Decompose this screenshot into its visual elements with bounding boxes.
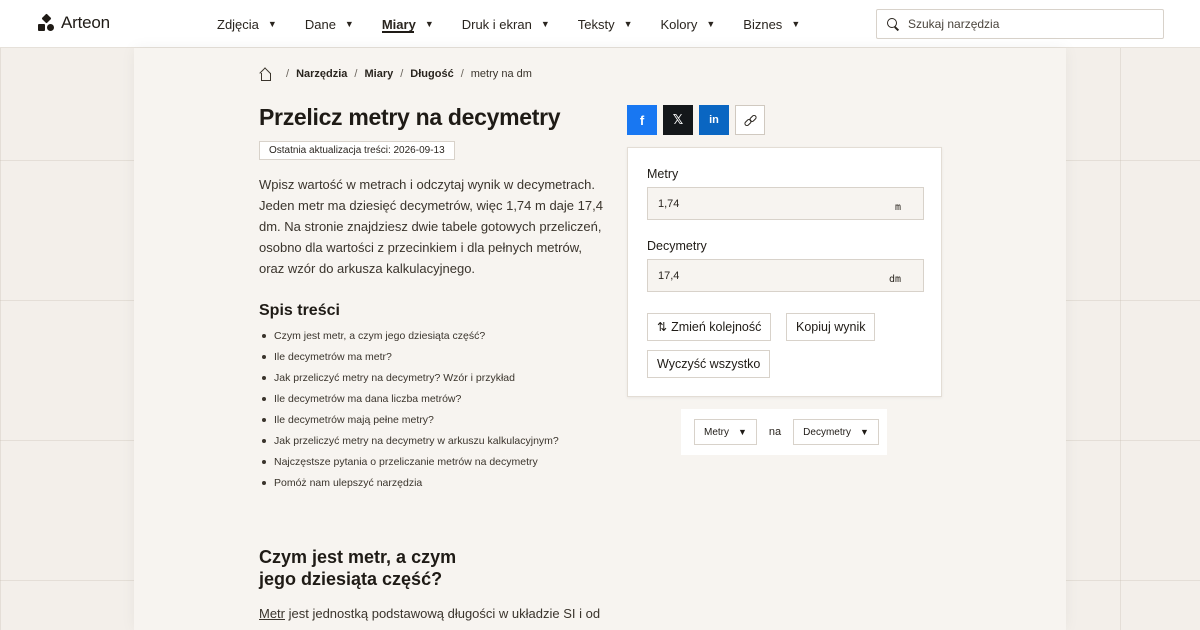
intro-text: Wpisz wartość w metrach i odczytaj wynik… xyxy=(259,177,603,276)
linkedin-icon: in xyxy=(709,114,719,126)
toc-item[interactable]: Ile decymetrów mają pełne metry? xyxy=(262,412,559,433)
clear-all-button[interactable]: Wyczyść wszystko xyxy=(647,350,771,378)
search-input[interactable] xyxy=(908,17,1148,31)
nav-item-biznes[interactable]: Biznes ▼ xyxy=(743,0,800,48)
unit-connector: na xyxy=(768,426,782,438)
section-title: Czym jest metr, a czym jego dziesiąta cz… xyxy=(259,547,457,589)
toc-item[interactable]: Ile decymetrów ma metr? xyxy=(262,349,559,370)
nav-label: Druk i ekran xyxy=(461,16,532,32)
link-icon xyxy=(742,113,758,127)
toc-item[interactable]: Jak przeliczyć metry na decymetry w arku… xyxy=(262,433,559,454)
nav-item-zdjecia[interactable]: Zdjęcia ▼ xyxy=(217,0,277,48)
main-nav: Zdjęcia ▼ Dane ▼ Miary ▼ Druk i ekran ▼ Teks… xyxy=(217,0,828,48)
meters-unit: m xyxy=(894,201,901,213)
to-unit-value: Decymetry xyxy=(803,426,851,438)
breadcrumb-separator: / xyxy=(354,68,358,80)
breadcrumb-separator: / xyxy=(400,68,404,80)
nav-item-teksty[interactable]: Teksty ▼ xyxy=(578,0,633,48)
page-title: Przelicz metry na decymetry xyxy=(259,104,561,130)
section-text-body: jest jednostką podstawową długości w ukł… xyxy=(285,606,601,621)
nav-label: Miary xyxy=(381,16,416,32)
breadcrumb-separator: / xyxy=(286,68,290,80)
nav-item-miary[interactable]: Miary ▼ xyxy=(381,0,434,48)
nav-label: Kolory xyxy=(660,16,698,32)
share-x-button[interactable]: 𝕏 xyxy=(663,105,693,135)
home-icon[interactable] xyxy=(259,69,271,81)
toc-item[interactable]: Najczęstsze pytania o przeliczanie metró… xyxy=(262,454,559,475)
facebook-icon: f xyxy=(639,112,645,128)
breadcrumb-current: metry na dm xyxy=(470,68,532,80)
x-icon: 𝕏 xyxy=(672,112,684,127)
swap-label: Zmień kolejność xyxy=(671,320,762,334)
swap-icon: ⇅ xyxy=(657,320,667,334)
main-content: / Narzędzia / Miary / Długość / metry na… xyxy=(134,48,1066,630)
swap-button[interactable]: ⇅ Zmień kolejność xyxy=(647,313,772,341)
from-unit-value: Metry xyxy=(704,426,729,438)
toc-item[interactable]: Czym jest metr, a czym jego dziesiąta cz… xyxy=(262,328,559,349)
metr-link[interactable]: Metr xyxy=(259,606,285,621)
share-facebook-button[interactable]: f xyxy=(627,105,657,135)
breadcrumb-link[interactable]: Miary xyxy=(364,68,393,80)
caret-down-icon: ▼ xyxy=(738,427,747,437)
last-updated-badge: Ostatnia aktualizacja treści: 2026-09-13 xyxy=(259,141,455,160)
toc-item[interactable]: Ile decymetrów ma dana liczba metrów? xyxy=(262,391,559,412)
caret-down-icon: ▼ xyxy=(859,427,869,437)
to-unit-select[interactable]: Decymetry ▼ xyxy=(793,419,879,445)
meters-field[interactable]: 1,74 m xyxy=(647,187,924,220)
caret-down-icon: ▼ xyxy=(706,19,716,29)
logo[interactable]: Arteon xyxy=(38,13,110,33)
to-label: Decymetry xyxy=(647,239,707,253)
toc-item[interactable]: Pomóż nam ulepszyć narzędzia xyxy=(262,475,559,496)
decimeters-field[interactable]: 17,4 dm xyxy=(647,259,924,292)
unit-picker: Metry ▼ na Decymetry ▼ xyxy=(681,409,887,455)
toc-item[interactable]: Jak przeliczyć metry na decymetry? Wzór … xyxy=(262,370,559,391)
breadcrumb-link[interactable]: Narzędzia xyxy=(296,68,347,80)
breadcrumb-separator: / xyxy=(460,68,464,80)
decimeters-unit: dm xyxy=(888,273,901,285)
table-of-contents: Czym jest metr, a czym jego dziesiąta cz… xyxy=(262,328,559,496)
share-buttons: f 𝕏 in xyxy=(627,105,765,135)
caret-down-icon: ▼ xyxy=(344,19,354,29)
section-text: Metr jest jednostką podstawową długości … xyxy=(259,606,600,621)
share-linkedin-button[interactable]: in xyxy=(699,105,729,135)
nav-label: Zdjęcia xyxy=(217,16,259,32)
site-header: Arteon Zdjęcia ▼ Dane ▼ Miary ▼ Druk i ekra… xyxy=(0,0,1200,48)
caret-down-icon: ▼ xyxy=(424,19,434,29)
from-label: Metry xyxy=(647,167,679,181)
nav-item-dane[interactable]: Dane ▼ xyxy=(305,0,354,48)
caret-down-icon: ▼ xyxy=(791,19,801,29)
breadcrumb-link[interactable]: Długość xyxy=(410,68,453,80)
breadcrumb: / Narzędzia / Miary / Długość / metry na… xyxy=(259,68,532,81)
nav-label: Biznes xyxy=(743,16,783,32)
decimeters-input[interactable]: 17,4 xyxy=(658,270,889,282)
nav-item-kolory[interactable]: Kolory ▼ xyxy=(661,0,716,48)
meters-input[interactable]: 1,74 xyxy=(658,198,895,210)
nav-label: Teksty xyxy=(577,16,615,32)
caret-down-icon: ▼ xyxy=(267,19,277,29)
caret-down-icon: ▼ xyxy=(540,19,550,29)
toc-title: Spis treści xyxy=(259,302,340,319)
copy-result-button[interactable]: Kopiuj wynik xyxy=(786,313,876,341)
logo-text: Arteon xyxy=(61,13,110,32)
copy-link-button[interactable] xyxy=(735,105,765,135)
nav-label: Dane xyxy=(304,16,336,32)
logo-icon xyxy=(38,13,55,32)
from-unit-select[interactable]: Metry ▼ xyxy=(694,419,757,445)
converter-panel: Metry 1,74 m Decymetry 17,4 dm ⇅ Zmień k… xyxy=(627,147,942,397)
caret-down-icon: ▼ xyxy=(623,19,633,29)
search-icon xyxy=(887,18,899,30)
search-box xyxy=(876,9,1164,39)
nav-item-druk-i-ekran[interactable]: Druk i ekran ▼ xyxy=(462,0,550,48)
